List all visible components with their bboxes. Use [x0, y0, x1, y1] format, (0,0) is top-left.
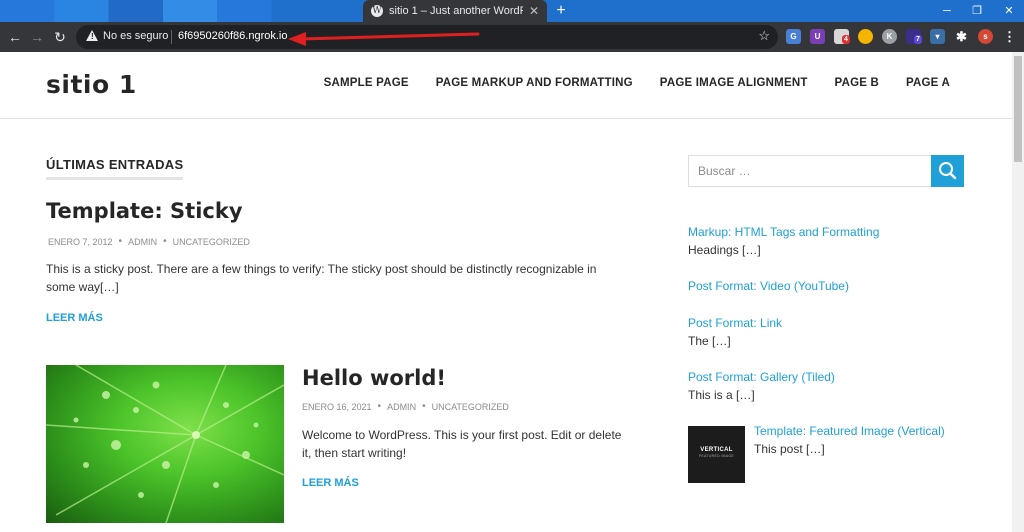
search-icon	[939, 162, 957, 180]
post-title[interactable]: Template: Sticky	[46, 199, 243, 223]
site-title[interactable]: sitio 1	[46, 70, 137, 99]
browser-window: W sitio 1 – Just another WordPress s ✕ +…	[0, 0, 1024, 532]
recent-post-link[interactable]: Post Format: Link	[688, 316, 782, 330]
recent-post-link[interactable]: Markup: HTML Tags and Formatting	[688, 225, 879, 239]
recent-post-excerpt: The […]	[688, 334, 731, 348]
search-input[interactable]: Buscar …	[688, 155, 932, 187]
site-header: sitio 1 SAMPLE PAGE PAGE MARKUP AND FORM…	[0, 52, 1012, 119]
post-excerpt: Welcome to WordPress. This is your first…	[302, 428, 622, 460]
recent-post-link[interactable]: Post Format: Gallery (Tiled)	[688, 370, 835, 384]
section-title: ÚLTIMAS ENTRADAS	[46, 157, 184, 180]
post-date[interactable]: ENERO 16, 2021	[302, 402, 372, 412]
annotation-arrow	[288, 32, 480, 46]
main-nav: SAMPLE PAGE PAGE MARKUP AND FORMATTING P…	[297, 77, 950, 89]
read-more-link[interactable]: LEER MÁS	[302, 477, 359, 489]
post-meta: ENERO 16, 2021 • ADMIN • UNCATEGORIZED	[302, 401, 509, 412]
post-meta: ENERO 7, 2012 • ADMIN • UNCATEGORIZED	[48, 236, 250, 247]
post-category[interactable]: UNCATEGORIZED	[432, 402, 509, 412]
post-category[interactable]: UNCATEGORIZED	[173, 237, 250, 247]
scrollbar-thumb[interactable]	[1014, 56, 1022, 162]
nav-item-page-a[interactable]: PAGE A	[906, 77, 950, 89]
recent-post-excerpt: Headings […]	[688, 243, 761, 257]
post-thumbnail-leaf[interactable]	[46, 365, 284, 523]
nav-item-page-markup[interactable]: PAGE MARKUP AND FORMATTING	[436, 77, 633, 89]
recent-post-excerpt: This is a […]	[688, 388, 755, 402]
post-author[interactable]: ADMIN	[128, 237, 157, 247]
nav-item-page-b[interactable]: PAGE B	[835, 77, 879, 89]
recent-post-link[interactable]: Template: Featured Image (Vertical)	[754, 424, 945, 438]
recent-post-thumbnail[interactable]: VERTICAL FEATURED IMAGE	[688, 426, 745, 483]
post-title[interactable]: Hello world!	[302, 366, 446, 390]
nav-item-sample-page[interactable]: SAMPLE PAGE	[324, 77, 409, 89]
post-date[interactable]: ENERO 7, 2012	[48, 237, 113, 247]
search-button[interactable]	[931, 155, 964, 187]
nav-item-page-image-alignment[interactable]: PAGE IMAGE ALIGNMENT	[660, 77, 808, 89]
post-excerpt: This is a sticky post. There are a few t…	[46, 262, 597, 294]
post-author[interactable]: ADMIN	[387, 402, 416, 412]
recent-post-excerpt: This post […]	[754, 442, 825, 456]
leaf-image	[46, 365, 284, 523]
read-more-link[interactable]: LEER MÁS	[46, 312, 103, 324]
recent-post-link[interactable]: Post Format: Video (YouTube)	[688, 279, 849, 293]
